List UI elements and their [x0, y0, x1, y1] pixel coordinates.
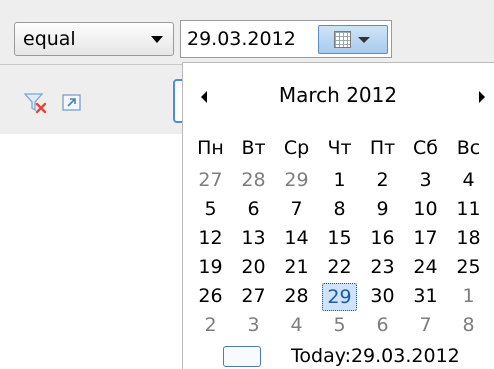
- calendar-day[interactable]: 29: [275, 167, 318, 193]
- next-month-icon[interactable]: [479, 91, 485, 103]
- calendar-week: 12 13 14 15 16 17 18: [189, 225, 494, 251]
- calendar-day[interactable]: 13: [232, 225, 275, 251]
- today-row[interactable]: Today:29.03.2012: [183, 343, 494, 369]
- calendar-day[interactable]: 3: [232, 312, 275, 338]
- weekday-label: Пн: [197, 137, 224, 159]
- calendar-day[interactable]: 14: [275, 225, 318, 251]
- calendar-day[interactable]: 28: [275, 283, 318, 311]
- calendar-day[interactable]: 6: [232, 196, 275, 222]
- calendar-day[interactable]: 5: [318, 312, 361, 338]
- calendar-day[interactable]: 3: [404, 167, 447, 193]
- calendar-day[interactable]: 19: [189, 254, 232, 280]
- calendar-week: 19 20 21 22 23 24 25: [189, 254, 494, 280]
- calendar-day[interactable]: 7: [275, 196, 318, 222]
- month-title: March 2012: [278, 83, 398, 107]
- calendar-day[interactable]: 15: [318, 225, 361, 251]
- date-value: 29.03.2012: [187, 28, 296, 50]
- calendar-header: March 2012: [183, 83, 494, 113]
- today-label: Today:: [291, 345, 351, 367]
- calendar-day[interactable]: 30: [361, 283, 404, 311]
- calendar-day[interactable]: 8: [447, 312, 490, 338]
- calendar-day[interactable]: 1: [318, 167, 361, 193]
- calendar-day[interactable]: 5: [189, 196, 232, 222]
- calendar-day-selected[interactable]: 29: [322, 283, 357, 311]
- calendar-day[interactable]: 2: [189, 312, 232, 338]
- calendar-day[interactable]: 10: [404, 196, 447, 222]
- divider: [0, 64, 182, 65]
- calendar-day[interactable]: 17: [404, 225, 447, 251]
- calendar-day[interactable]: 16: [361, 225, 404, 251]
- calendar-week: 2345678: [189, 312, 494, 338]
- chevron-down-icon: [151, 36, 163, 43]
- calendar-week: 5 6 7 8 9 10 11: [189, 196, 494, 222]
- weekday-label: Пт: [369, 137, 396, 159]
- weekday-label: Вт: [241, 137, 266, 159]
- calendar-day[interactable]: 24: [404, 254, 447, 280]
- calendar-day[interactable]: 8: [318, 196, 361, 222]
- weekday-label: Ср: [283, 137, 310, 159]
- weekday-label: Чт: [327, 137, 352, 159]
- calendar-day[interactable]: 31: [404, 283, 447, 311]
- calendar-day[interactable]: 9: [361, 196, 404, 222]
- calendar-day[interactable]: 7: [404, 312, 447, 338]
- calendar-day[interactable]: 1: [447, 283, 490, 311]
- today-text[interactable]: Today:29.03.2012: [291, 343, 460, 369]
- calendar-day[interactable]: 28: [232, 167, 275, 193]
- calendar-day[interactable]: 26: [189, 283, 232, 311]
- calendar-day[interactable]: 2: [361, 167, 404, 193]
- today-marker[interactable]: [223, 346, 261, 367]
- calendar-day[interactable]: 20: [232, 254, 275, 280]
- today-date: 29.03.2012: [350, 345, 460, 367]
- weekday-label: Вс: [456, 137, 481, 159]
- popout-icon[interactable]: [62, 94, 82, 112]
- calendar-day[interactable]: 22: [318, 254, 361, 280]
- calendar-day[interactable]: 21: [275, 254, 318, 280]
- calendar-day[interactable]: 18: [447, 225, 490, 251]
- calendar-day[interactable]: 25: [447, 254, 490, 280]
- calendar-day[interactable]: 27: [189, 167, 232, 193]
- weekday-label: Сб: [413, 137, 438, 159]
- calendar-week: 26 27 28 29 30 31 1: [189, 283, 494, 311]
- operator-value: equal: [23, 28, 76, 50]
- prev-month-icon[interactable]: [201, 91, 207, 103]
- calendar-day[interactable]: 4: [275, 312, 318, 338]
- calendar-day[interactable]: 27: [232, 283, 275, 311]
- calendar-day[interactable]: 6: [361, 312, 404, 338]
- calendar-day[interactable]: 23: [361, 254, 404, 280]
- calendar-dropdown: March 2012 Пн Вт Ср Чт Пт Сб Вс 27 28 29 1 2 3 4 5 6 7 8…: [182, 62, 494, 369]
- chevron-down-icon: [358, 37, 370, 43]
- calendar-dropdown-button[interactable]: [318, 25, 388, 54]
- clear-filter-icon[interactable]: [24, 92, 50, 114]
- operator-select[interactable]: equal: [14, 22, 174, 56]
- calendar-day[interactable]: 4: [447, 167, 490, 193]
- weekday-header: Пн Вт Ср Чт Пт Сб Вс: [189, 135, 494, 165]
- calendar-day[interactable]: 11: [447, 196, 490, 222]
- calendar-week: 27 28 29 1 2 3 4: [189, 167, 494, 193]
- calendar-day[interactable]: 12: [189, 225, 232, 251]
- calendar-icon: [334, 31, 351, 48]
